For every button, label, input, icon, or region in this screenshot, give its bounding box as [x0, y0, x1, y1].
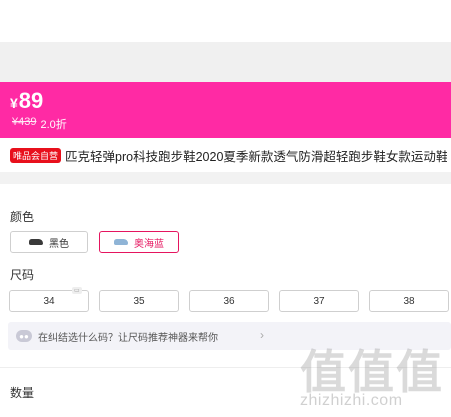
quantity-section-label: 数量 [10, 386, 35, 400]
price-details: ¥439 2.0折 [12, 116, 67, 132]
blue-shoe-icon [114, 239, 128, 245]
color-option-label: 黑色 [49, 238, 69, 250]
color-option-ocean-blue[interactable]: 奥海蓝 [99, 231, 179, 253]
top-spacer [0, 0, 451, 42]
size-option-label: 34 [43, 295, 55, 307]
size-option-label: 37 [313, 295, 325, 307]
currency-symbol: ¥ [10, 95, 18, 111]
size-option-36[interactable]: 36 [189, 290, 269, 312]
price-banner [0, 82, 451, 138]
original-price: ¥439 [12, 116, 37, 128]
size-option-label: 36 [223, 295, 235, 307]
product-title: 匹克轻弹pro科技跑步鞋2020夏季新款透气防滑超轻跑步鞋女款运动鞋 [65, 150, 447, 164]
color-option-label: 奥海蓝 [134, 238, 164, 250]
size-section-label: 尺码 [10, 268, 35, 282]
size-helper-text: 在纠结选什么码？让尺码推荐神器来帮你 [38, 332, 218, 344]
color-option-black[interactable]: 黑色 [10, 231, 88, 253]
self-operated-badge: 唯品会自营 [10, 148, 62, 163]
size-option-38[interactable]: 38 [369, 290, 449, 312]
size-tag-icon: ▭ [72, 287, 82, 294]
current-price: ¥ 89 [10, 88, 43, 114]
watermark-url: zhizhizhi.com [300, 392, 403, 409]
color-section-label: 颜色 [10, 210, 35, 224]
size-option-35[interactable]: 35 [99, 290, 179, 312]
size-option-label: 35 [133, 295, 145, 307]
product-title-row: 唯品会自营 匹克轻弹pro科技跑步鞋2020夏季新款透气防滑超轻跑步鞋女款运动鞋 [10, 146, 447, 165]
discount-label: 2.0折 [40, 119, 67, 131]
size-option-37[interactable]: 37 [279, 290, 359, 312]
black-shoe-icon [29, 239, 43, 245]
chevron-right-icon: › [260, 328, 264, 342]
header-placeholder [0, 42, 451, 82]
robot-helper-icon: ●● [16, 330, 32, 342]
size-option-label: 38 [403, 295, 415, 307]
section-divider [0, 172, 451, 184]
current-price-value: 89 [18, 88, 44, 113]
